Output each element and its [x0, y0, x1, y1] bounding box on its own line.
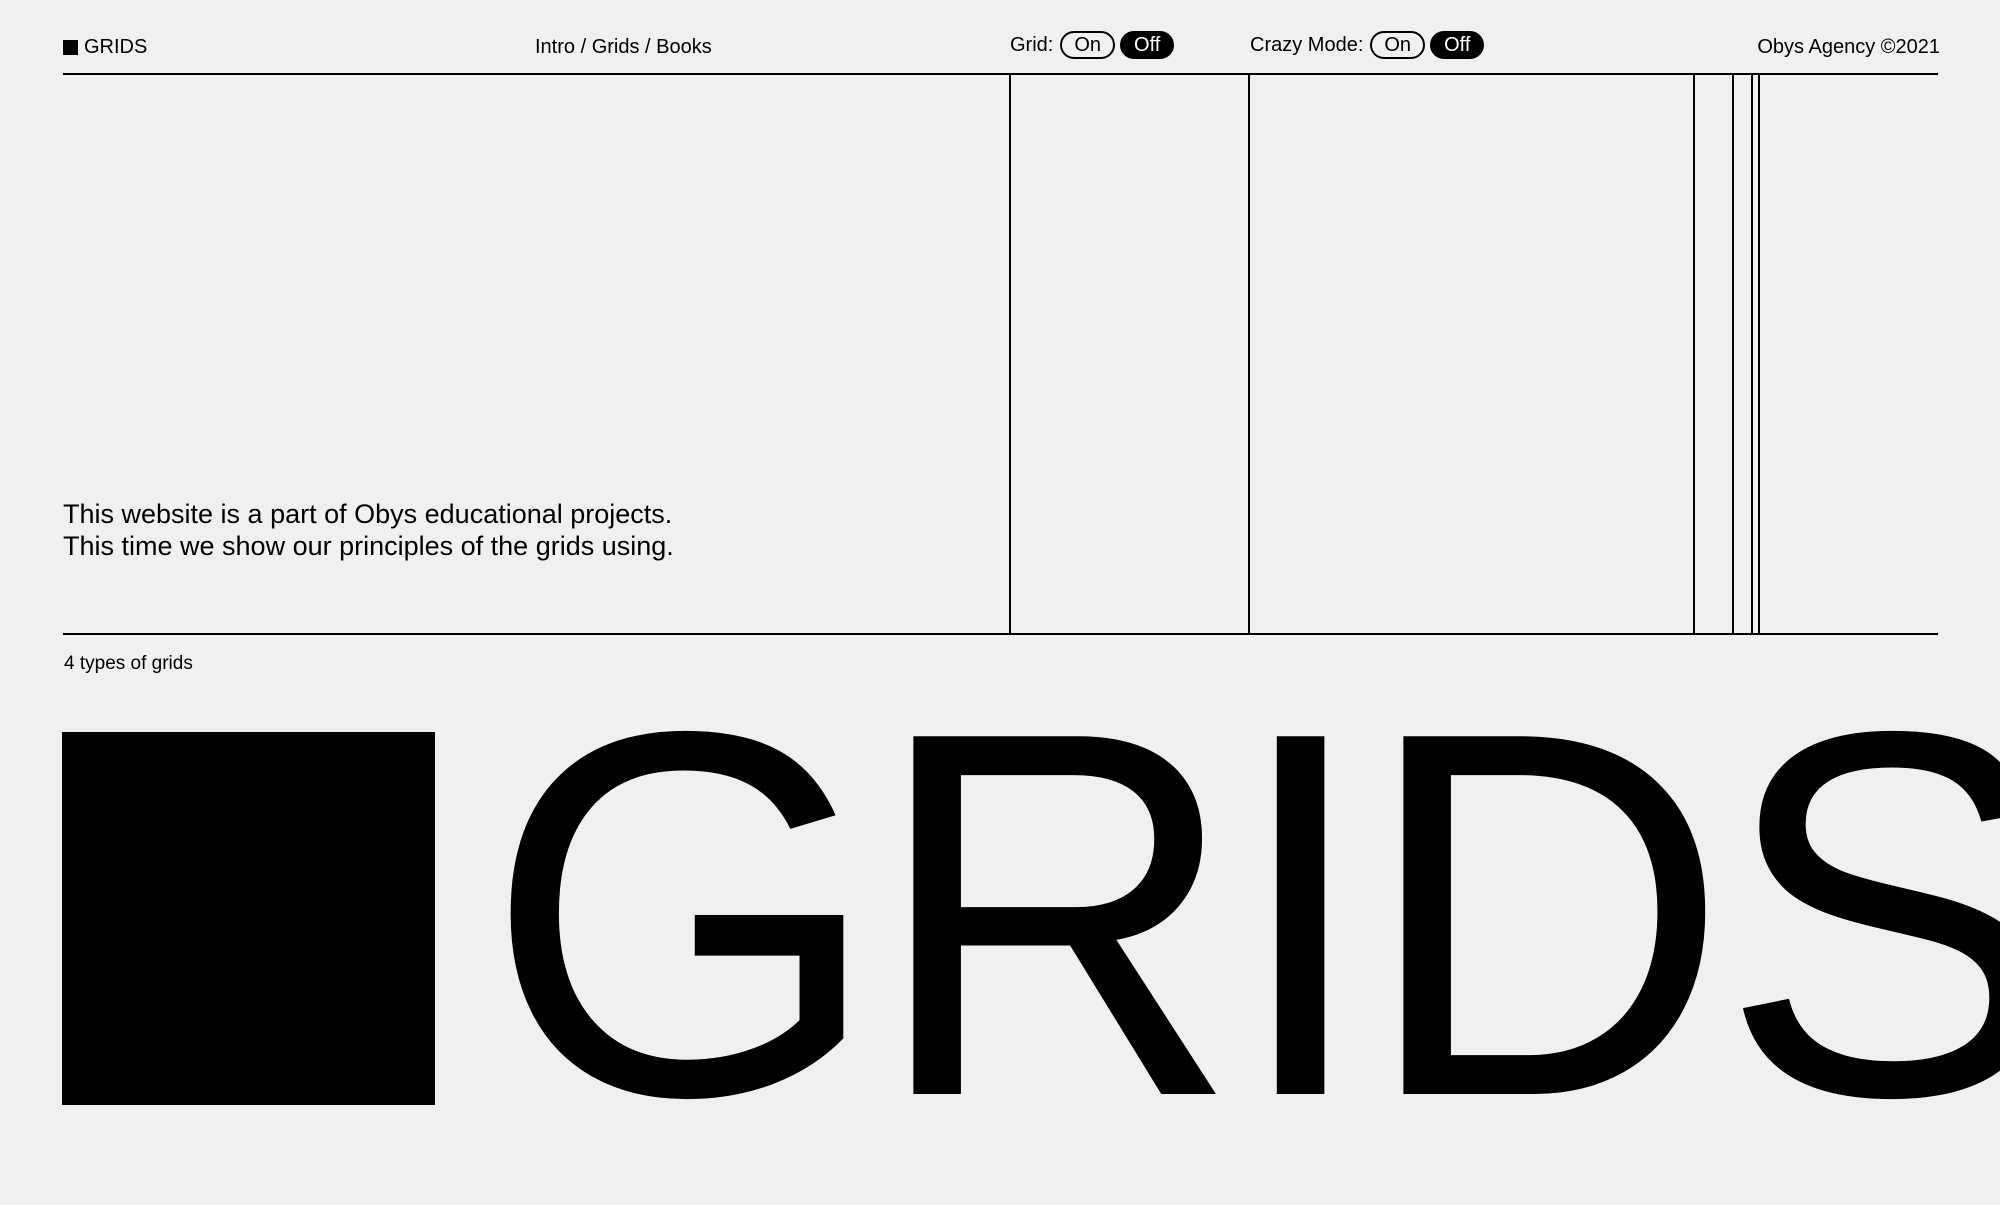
grid-line: [1009, 74, 1011, 635]
breadcrumb[interactable]: Intro / Grids / Books: [535, 35, 712, 59]
intro-line: This time we show our principles of the …: [63, 531, 674, 561]
brand-name: GRIDS: [84, 36, 148, 58]
square-icon: [63, 39, 78, 55]
hero-title: GRIDS: [485, 624, 2000, 1205]
grid-line: [1248, 74, 1250, 635]
grid-toggle: Grid: On Off: [1010, 31, 1175, 59]
brand-logo[interactable]: GRIDS: [63, 35, 147, 59]
crazy-mode-toggle: Crazy Mode: On Off: [1250, 31, 1485, 59]
grid-line: [1751, 74, 1753, 635]
grid-line: [1758, 74, 1760, 635]
header-divider: [63, 73, 1938, 75]
grid-line: [1732, 74, 1734, 635]
copyright: Obys Agency ©2021: [1757, 36, 1940, 58]
grid-toggle-label: Grid:: [1010, 34, 1054, 56]
intro-line: This website is a part of Obys education…: [63, 499, 673, 529]
crazy-off-button[interactable]: Off: [1430, 31, 1485, 59]
crazy-mode-label: Crazy Mode:: [1250, 34, 1364, 56]
grid-line: [1693, 74, 1695, 635]
crazy-on-button[interactable]: On: [1370, 31, 1426, 59]
intro-text: This website is a part of Obys education…: [63, 498, 674, 562]
grid-on-button[interactable]: On: [1060, 31, 1116, 59]
square-icon: [62, 732, 435, 1105]
grid-off-button[interactable]: Off: [1120, 31, 1175, 59]
section-subheading: 4 types of grids: [64, 653, 193, 674]
